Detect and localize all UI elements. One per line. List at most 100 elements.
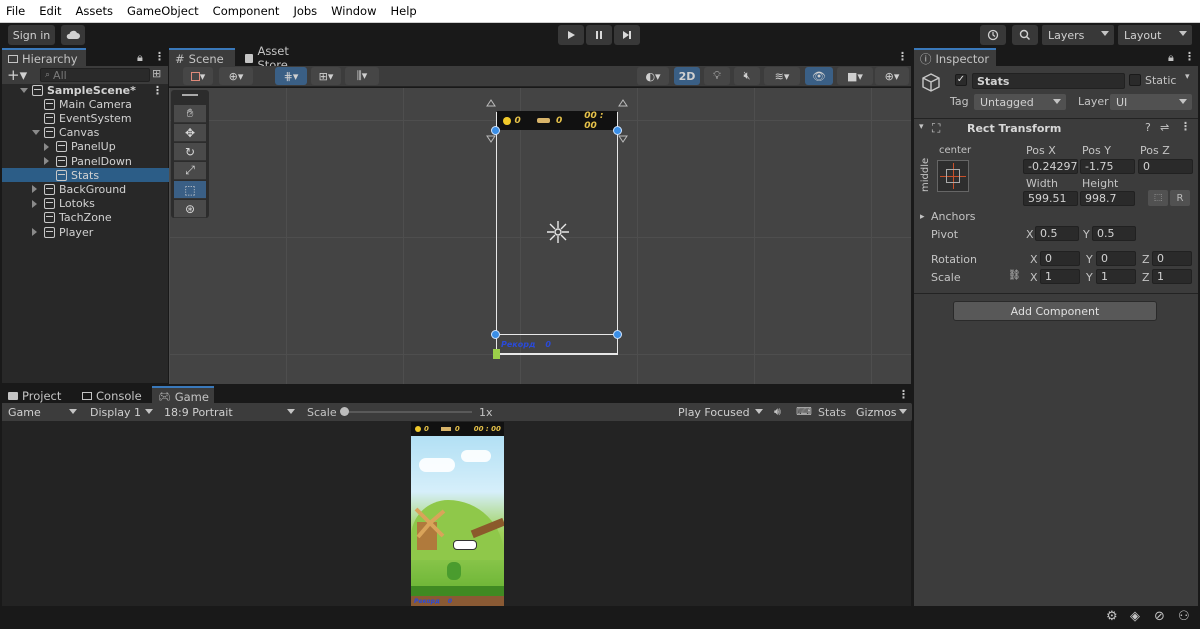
search-icon[interactable] xyxy=(1012,25,1038,45)
more-icon[interactable]: ⋮ xyxy=(897,50,908,63)
object-name-input[interactable]: Stats xyxy=(972,73,1125,89)
keyboard-icon[interactable]: ⌨︎ xyxy=(796,405,812,418)
history-icon[interactable] xyxy=(980,25,1006,45)
more-icon[interactable]: ⋮ xyxy=(154,50,165,63)
add-component-button[interactable]: Add Component xyxy=(953,301,1157,321)
cloud-icon[interactable] xyxy=(61,25,85,45)
static-checkbox[interactable] xyxy=(1129,74,1141,86)
menu-help[interactable]: Help xyxy=(389,4,419,18)
hierarchy-item-eventsystem[interactable]: EventSystem xyxy=(2,111,169,125)
rot-x-input[interactable]: 0 xyxy=(1040,251,1080,266)
tab-inspector[interactable]: ⓘ Inspector xyxy=(914,48,996,68)
gizmos-icon[interactable]: ⊕▾ xyxy=(875,67,909,85)
snap-grid-icon[interactable]: ⋕▾ xyxy=(275,67,307,85)
help-icon[interactable]: ? xyxy=(1145,121,1151,134)
scale-slider-thumb[interactable] xyxy=(340,407,349,416)
increment-snap-icon[interactable]: ⫼▾ xyxy=(345,67,379,85)
audio-icon[interactable]: 🔇︎ xyxy=(734,67,760,85)
scene-view[interactable]: 0 0 00 : 00 Рекорд 0 xyxy=(169,88,911,384)
tag-dropdown[interactable]: Untagged xyxy=(974,94,1066,110)
menu-gameobject[interactable]: GameObject xyxy=(125,4,201,18)
tab-hierarchy[interactable]: Hierarchy xyxy=(2,48,86,68)
constrain-proportions-icon[interactable]: ⛓︎ xyxy=(1008,270,1021,281)
effects-icon[interactable]: ≋▾ xyxy=(764,67,800,85)
gizmos-dropdown[interactable]: Gizmos xyxy=(850,403,912,421)
menu-file[interactable]: File xyxy=(4,4,27,18)
blueprint-mode-icon[interactable]: ⬚ xyxy=(1148,190,1168,206)
pivot-x-input[interactable]: 0.5 xyxy=(1035,226,1079,241)
pos-y-input[interactable]: -1.75 xyxy=(1080,159,1135,174)
lock-icon[interactable]: 🔒︎ xyxy=(137,51,143,65)
move-tool-icon[interactable]: ✥ xyxy=(174,124,206,142)
menu-assets[interactable]: Assets xyxy=(74,4,115,18)
fold-arrow-icon[interactable] xyxy=(20,87,28,93)
menu-edit[interactable]: Edit xyxy=(37,4,63,18)
hierarchy-item-lotoks[interactable]: Lotoks xyxy=(2,197,169,211)
pivot-y-input[interactable]: 0.5 xyxy=(1092,226,1136,241)
pos-x-input[interactable]: -0.24297 xyxy=(1023,159,1078,174)
pos-z-input[interactable]: 0 xyxy=(1138,159,1193,174)
shading-mode-icon[interactable]: ◐▾ xyxy=(637,67,669,85)
cache-icon[interactable]: ◈ xyxy=(1130,609,1140,624)
fold-arrow-icon[interactable] xyxy=(32,130,40,136)
layout-dropdown[interactable]: Layout xyxy=(1118,25,1192,45)
anchor-triangles-icon[interactable] xyxy=(485,98,629,144)
fold-arrow-icon[interactable] xyxy=(44,157,49,165)
mute-audio-icon[interactable]: 🔊︎ xyxy=(774,405,781,419)
anchors-fold-icon[interactable]: ▸ xyxy=(920,212,925,222)
anchors-label[interactable]: Anchors xyxy=(931,210,976,223)
add-icon[interactable]: +▾ xyxy=(7,66,27,84)
aspect-dropdown[interactable]: 18:9 Portrait xyxy=(158,403,300,421)
search-options-icon[interactable]: ⊞ xyxy=(152,67,161,80)
hierarchy-item-stats[interactable]: Stats xyxy=(2,168,169,183)
rotate-tool-icon[interactable]: ↻ xyxy=(174,143,206,161)
menu-jobs[interactable]: Jobs xyxy=(291,4,319,18)
fold-arrow-icon[interactable] xyxy=(44,142,49,151)
tab-scene[interactable]: # Scene xyxy=(169,48,235,68)
fold-arrow-icon[interactable] xyxy=(32,185,37,194)
more-icon[interactable]: ⋮ xyxy=(1184,50,1195,63)
play-button[interactable] xyxy=(558,25,584,45)
transform-tool-icon[interactable]: ⊛ xyxy=(174,200,206,218)
hierarchy-item-player[interactable]: Player xyxy=(2,225,169,239)
scene-menu-icon[interactable]: ⋮ xyxy=(152,84,163,97)
component-menu-icon[interactable]: ⋮ xyxy=(1180,120,1191,133)
fold-arrow-icon[interactable] xyxy=(32,228,37,236)
global-icon[interactable]: ⊕▾ xyxy=(219,67,253,85)
hierarchy-item-tachzone[interactable]: TachZone xyxy=(2,211,169,225)
hand-tool-icon[interactable]: ✋︎ xyxy=(174,105,206,123)
presets-icon[interactable]: ⇌ xyxy=(1160,121,1169,134)
collapse-arrow-icon[interactable]: ▾ xyxy=(919,122,924,132)
active-checkbox[interactable]: ✓ xyxy=(955,74,967,86)
grid-snapping-icon[interactable]: ⊞▾ xyxy=(311,67,341,85)
height-input[interactable]: 998.7 xyxy=(1080,191,1135,206)
menu-component[interactable]: Component xyxy=(211,4,282,18)
stats-button[interactable]: Stats xyxy=(818,406,846,419)
rect-transform-header[interactable]: ▾ ⛶ Rect Transform ? ⇌ ⋮ xyxy=(914,118,1198,138)
move-gizmo-icon[interactable] xyxy=(546,220,570,244)
hierarchy-item-panelup[interactable]: PanelUp xyxy=(2,140,169,154)
scale-z-input[interactable]: 1 xyxy=(1152,269,1192,284)
2d-mode-button[interactable]: 2D xyxy=(674,67,700,85)
pause-button[interactable] xyxy=(586,25,612,45)
stats-rect[interactable]: Рекорд 0 xyxy=(496,334,618,354)
layer-dropdown[interactable]: UI xyxy=(1110,94,1192,110)
rot-z-input[interactable]: 0 xyxy=(1152,251,1192,266)
drag-handle-icon[interactable] xyxy=(182,94,198,96)
static-dropdown-icon[interactable]: ▾ xyxy=(1185,72,1190,82)
hierarchy-item-maincamera[interactable]: Main Camera xyxy=(2,97,169,111)
rect-handle-tr[interactable] xyxy=(613,330,622,339)
auto-generate-lighting-icon[interactable]: ⚙︎ xyxy=(1106,609,1118,624)
lock-icon[interactable]: 🔒︎ xyxy=(1168,51,1174,65)
sign-in-button[interactable]: Sign in xyxy=(8,25,55,45)
scale-x-input[interactable]: 1 xyxy=(1040,269,1080,284)
more-icon[interactable]: ⋮ xyxy=(898,388,909,401)
scale-slider[interactable] xyxy=(342,411,472,413)
fold-arrow-icon[interactable] xyxy=(32,199,37,208)
rot-y-input[interactable]: 0 xyxy=(1096,251,1136,266)
hierarchy-item-canvas[interactable]: Canvas xyxy=(2,126,169,140)
notifications-icon[interactable]: ⚇ xyxy=(1178,609,1190,624)
rect-handle-tl[interactable] xyxy=(491,330,500,339)
debug-icon[interactable]: ⊘ xyxy=(1154,609,1165,624)
width-input[interactable]: 599.51 xyxy=(1023,191,1078,206)
